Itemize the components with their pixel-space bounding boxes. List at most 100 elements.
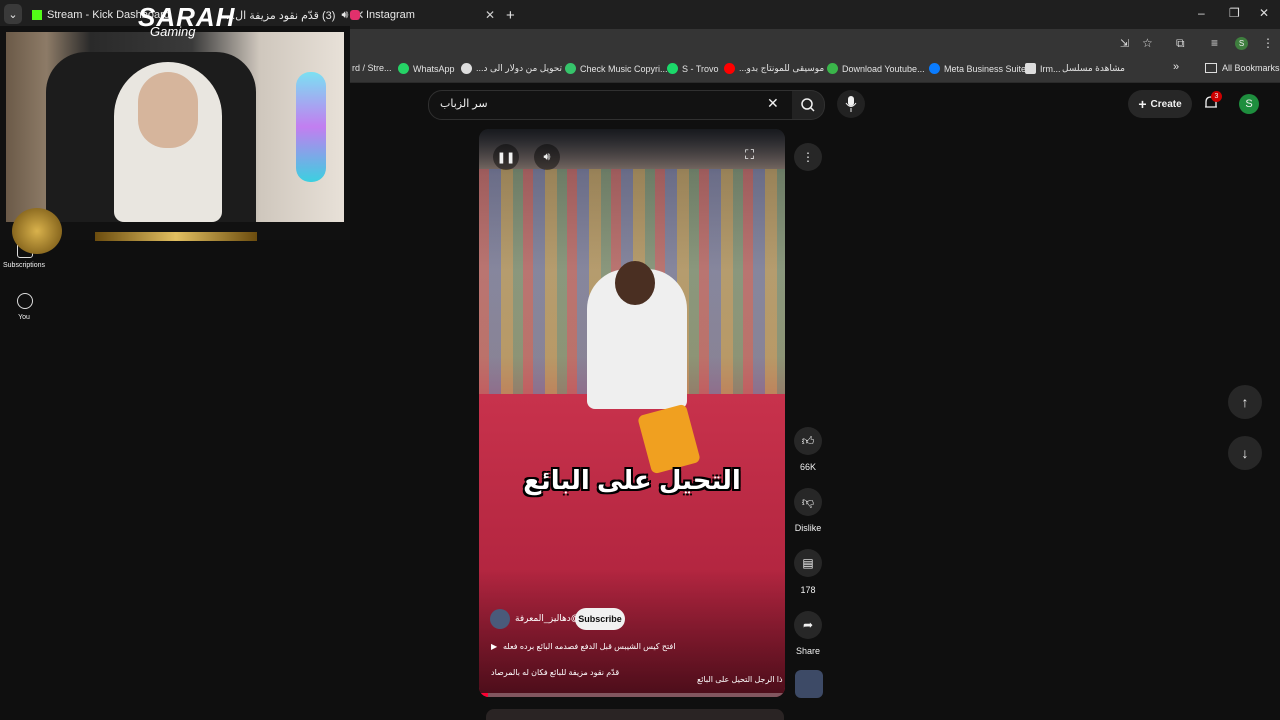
close-tab-icon[interactable]: ✕ bbox=[485, 8, 495, 22]
bookmark-item[interactable]: S - Trovo bbox=[667, 63, 719, 74]
share-icon: ➦ bbox=[802, 618, 814, 632]
volume-icon: 🔊︎ bbox=[543, 150, 551, 163]
you-icon[interactable] bbox=[17, 293, 33, 309]
short-description[interactable]: افتح كيس الشيبس قبل الدفع فصدمه البائع ب… bbox=[503, 642, 675, 651]
restore-button[interactable]: ❐ bbox=[1229, 6, 1240, 20]
clear-search-icon[interactable]: ✕ bbox=[767, 95, 779, 112]
google-icon bbox=[461, 63, 472, 74]
account-avatar[interactable]: S bbox=[1239, 94, 1259, 114]
bookmark-label: S - Trovo bbox=[682, 63, 719, 74]
tab-search-chevron-icon[interactable]: ⌄ bbox=[4, 4, 22, 24]
check-icon bbox=[565, 63, 576, 74]
volume-button[interactable]: 🔊︎ bbox=[534, 144, 560, 170]
menu-kebab-icon[interactable]: ⋮ bbox=[1262, 36, 1274, 50]
search-icon bbox=[801, 98, 815, 112]
next-short-button[interactable]: ↓ bbox=[1228, 436, 1262, 470]
minimize-button[interactable]: – bbox=[1198, 6, 1205, 20]
media-controls-icon[interactable]: ≡ bbox=[1211, 36, 1218, 50]
youtube-icon bbox=[724, 63, 735, 74]
dislike-button[interactable]: 👎︎ bbox=[794, 488, 822, 516]
bookmark-item[interactable]: Meta Business Suite bbox=[929, 63, 1026, 74]
overlay-brand-sub: Gaming bbox=[150, 24, 196, 39]
bookmark-label: مشاهدة مسلسل bbox=[1062, 63, 1125, 73]
webcam-feed bbox=[6, 32, 344, 222]
new-tab-button[interactable]: + bbox=[506, 4, 515, 26]
kick-icon bbox=[32, 10, 42, 20]
microphone-icon bbox=[845, 96, 857, 112]
share-button[interactable]: ➦ bbox=[794, 611, 822, 639]
all-bookmarks-button[interactable]: All Bookmarks bbox=[1205, 63, 1280, 73]
progress-bar[interactable] bbox=[479, 693, 785, 697]
bookmark-label: موسيقى للمونتاج بدو... bbox=[739, 63, 825, 73]
notification-badge: 3 bbox=[1211, 91, 1222, 102]
close-window-button[interactable]: ✕ bbox=[1259, 6, 1269, 20]
trovo-icon bbox=[667, 63, 678, 74]
all-bookmarks-label: All Bookmarks bbox=[1222, 63, 1280, 73]
short-video-player[interactable]: ❚❚ 🔊︎ ⛶ التحيل على البائع @دهاليز_المعرف… bbox=[479, 129, 785, 697]
video-top-gradient bbox=[479, 129, 785, 169]
bookmark-item[interactable]: تحويل من دولار الى د... bbox=[461, 63, 562, 74]
dislike-label: Dislike bbox=[794, 523, 822, 533]
related-title[interactable]: ذا الرجل التحيل على البائع bbox=[697, 675, 783, 684]
video-caption: التحيل على البائع bbox=[523, 465, 741, 495]
bookmark-item[interactable]: rd / Stre... bbox=[352, 63, 392, 73]
share-label: Share bbox=[795, 646, 821, 656]
progress-fill bbox=[479, 693, 489, 697]
tab-youtube[interactable]: (3) قدّم نقود مزيفة ال... 🔊︎ ✕ bbox=[226, 4, 364, 26]
channel-avatar[interactable] bbox=[490, 609, 510, 629]
bookmark-item[interactable]: WhatsApp bbox=[398, 63, 455, 74]
fullscreen-button[interactable]: ⛶ bbox=[745, 147, 763, 165]
notifications-button[interactable]: 3 bbox=[1203, 91, 1222, 116]
bookmark-item[interactable]: مشاهدة مسلسل bbox=[1062, 63, 1125, 74]
install-app-icon[interactable]: ⇲ bbox=[1120, 37, 1129, 50]
bookmark-star-icon[interactable]: ☆ bbox=[1142, 36, 1153, 50]
webcam-overlay bbox=[0, 26, 350, 254]
award-medal-icon bbox=[12, 208, 62, 254]
bookmark-label: تحويل من دولار الى د... bbox=[476, 63, 563, 73]
previous-short-button[interactable]: ↑ bbox=[1228, 385, 1262, 419]
fullscreen-icon: ⛶ bbox=[745, 147, 755, 162]
related-title[interactable]: قدّم نقود مزيفة للبائع فكان له بالمرصاد bbox=[491, 668, 619, 677]
search-button[interactable] bbox=[792, 90, 825, 120]
streamer-face bbox=[138, 72, 198, 148]
bookmark-label: Check Music Copyri... bbox=[580, 63, 668, 74]
plus-icon: + bbox=[1138, 96, 1147, 112]
sound-thumbnail[interactable] bbox=[795, 670, 823, 698]
bookmark-label: Meta Business Suite bbox=[944, 63, 1027, 74]
like-button[interactable]: 👍︎ bbox=[794, 427, 822, 455]
subscribe-button[interactable]: Subscribe bbox=[575, 608, 625, 630]
bookmarks-overflow-button[interactable]: » bbox=[1173, 61, 1179, 73]
bookmark-label: Download Youtube... bbox=[842, 63, 925, 74]
rgb-microphone bbox=[296, 72, 326, 182]
search-input[interactable]: سر الزباب bbox=[440, 97, 488, 110]
bookmark-item[interactable]: Download Youtube... bbox=[827, 63, 925, 74]
speaker-icon[interactable]: 🔊︎ bbox=[341, 9, 348, 22]
more-options-button[interactable]: ⋮ bbox=[794, 143, 822, 171]
overlay-gold-bar bbox=[95, 232, 257, 241]
tab-instagram[interactable]: Instagram ✕ bbox=[350, 4, 495, 26]
create-button[interactable]: + Create bbox=[1128, 90, 1192, 118]
channel-name[interactable]: @دهاليز_المعرفة bbox=[515, 613, 580, 624]
comments-button[interactable]: ▤ bbox=[794, 549, 822, 577]
thumbs-up-icon: 👍︎ bbox=[801, 433, 815, 448]
sidebar-item-you[interactable]: You bbox=[0, 314, 48, 321]
bookmark-label: rd / Stre... bbox=[352, 63, 392, 73]
bookmark-item[interactable]: موسيقى للمونتاج بدو... bbox=[724, 63, 824, 74]
pause-button[interactable]: ❚❚ bbox=[493, 144, 519, 170]
video-scene-person-head bbox=[615, 261, 655, 305]
next-short-preview[interactable] bbox=[486, 709, 784, 720]
like-count: 66K bbox=[799, 462, 816, 472]
download-icon bbox=[827, 63, 838, 74]
voice-search-button[interactable] bbox=[837, 90, 865, 118]
whatsapp-icon bbox=[398, 63, 409, 74]
extensions-icon[interactable]: ⧉ bbox=[1176, 36, 1185, 51]
profile-avatar[interactable]: S bbox=[1235, 37, 1248, 50]
bookmark-item[interactable]: Check Music Copyri... bbox=[565, 63, 668, 74]
thumbs-down-icon: 👎︎ bbox=[801, 494, 815, 509]
arrow-down-icon: ↓ bbox=[1241, 445, 1249, 461]
comment-icon: ▤ bbox=[802, 556, 814, 570]
bookmark-item[interactable]: Irm... bbox=[1025, 63, 1061, 74]
sidebar-item-subscriptions[interactable]: Subscriptions bbox=[0, 262, 48, 269]
page-icon bbox=[1025, 63, 1036, 74]
kebab-icon: ⋮ bbox=[802, 150, 814, 164]
